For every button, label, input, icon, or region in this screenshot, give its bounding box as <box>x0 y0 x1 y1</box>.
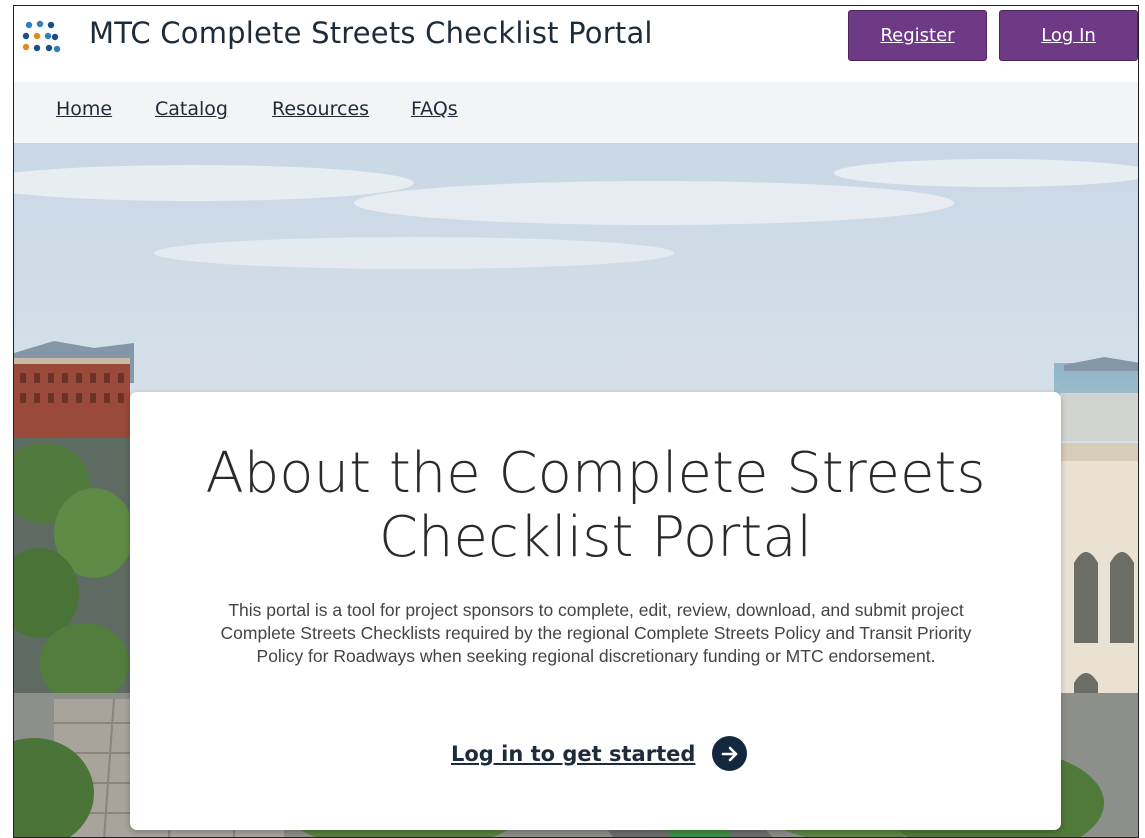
about-title: About the Complete Streets Checklist Por… <box>130 442 1061 570</box>
site-title: MTC Complete Streets Checklist Portal <box>89 16 653 50</box>
dots-logo-icon[interactable] <box>20 18 60 58</box>
nav-catalog-link[interactable]: Catalog <box>155 98 228 120</box>
about-title-line-1: About the Complete Streets <box>205 441 986 506</box>
get-started-label[interactable]: Log in to get started <box>451 742 695 766</box>
about-card: About the Complete Streets Checklist Por… <box>130 392 1061 830</box>
arrow-right-circle-icon[interactable] <box>712 736 748 771</box>
about-description: This portal is a tool for project sponso… <box>220 600 972 666</box>
register-button[interactable]: Register <box>848 10 987 61</box>
about-title-line-2: Checklist Portal <box>378 505 813 570</box>
hero-section: About the Complete Streets Checklist Por… <box>14 143 1138 837</box>
browser-frame: MTC Complete Streets Checklist Portal Re… <box>13 5 1139 838</box>
nav-faqs-link[interactable]: FAQs <box>411 98 458 120</box>
get-started-link[interactable]: Log in to get started <box>451 736 748 771</box>
site-header: MTC Complete Streets Checklist Portal Re… <box>14 6 1138 82</box>
nav-home-link[interactable]: Home <box>56 98 112 120</box>
nav-resources-link[interactable]: Resources <box>272 98 369 120</box>
main-nav: Home Catalog Resources FAQs <box>14 82 1138 144</box>
login-button[interactable]: Log In <box>999 10 1138 61</box>
